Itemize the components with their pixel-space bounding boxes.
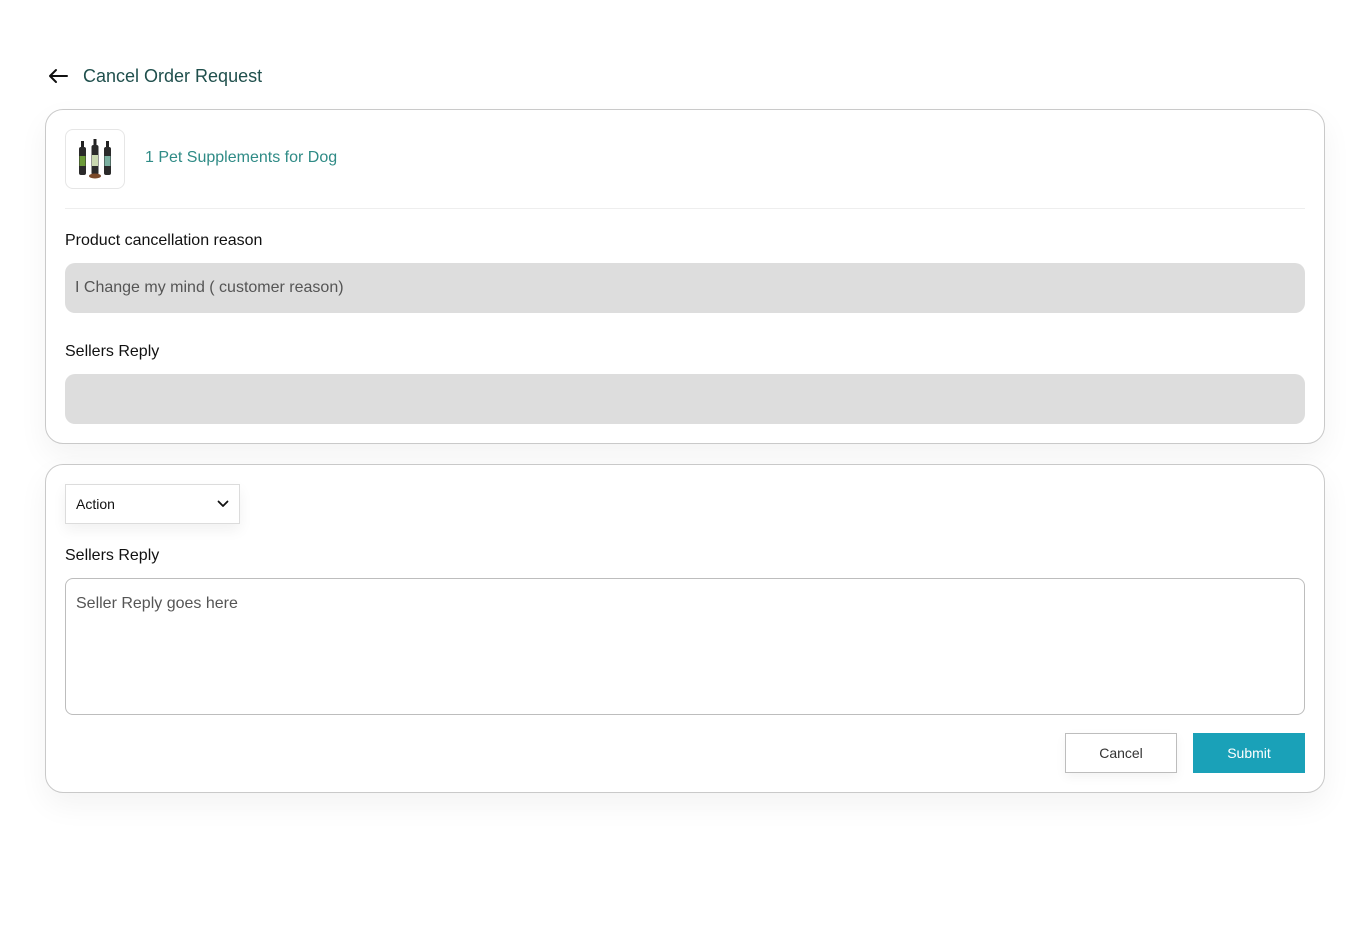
sellers-reply-textarea[interactable]: [65, 578, 1305, 715]
supplement-bottles-icon: [79, 139, 111, 179]
product-row: 1 Pet Supplements for Dog: [65, 129, 1305, 209]
product-thumbnail[interactable]: [65, 129, 125, 189]
order-details-card: 1 Pet Supplements for Dog Product cancel…: [45, 109, 1325, 444]
cancellation-reason-label: Product cancellation reason: [65, 232, 263, 249]
page-header: Cancel Order Request: [46, 62, 262, 90]
sellers-reply-readonly-label: Sellers Reply: [65, 343, 160, 360]
chevron-down-icon: [217, 500, 229, 507]
seller-action-card: Action Sellers Reply Cancel Submit: [45, 464, 1325, 793]
sellers-reply-readonly-field: [65, 374, 1305, 424]
cancel-order-page: Cancel Order Request 1 Pet Supplements f…: [0, 0, 1366, 934]
back-button[interactable]: [46, 64, 70, 88]
page-title: Cancel Order Request: [83, 65, 263, 86]
cancellation-reason-field: I Change my mind ( customer reason): [65, 263, 1305, 313]
sellers-reply-label: Sellers Reply: [65, 547, 160, 564]
action-select-value: Action: [76, 496, 115, 512]
submit-button[interactable]: Submit: [1193, 733, 1305, 773]
product-name-link[interactable]: 1 Pet Supplements for Dog: [145, 149, 337, 167]
arrow-left-icon: [49, 69, 68, 83]
action-select[interactable]: Action: [65, 484, 240, 524]
cancel-button[interactable]: Cancel: [1065, 733, 1177, 773]
